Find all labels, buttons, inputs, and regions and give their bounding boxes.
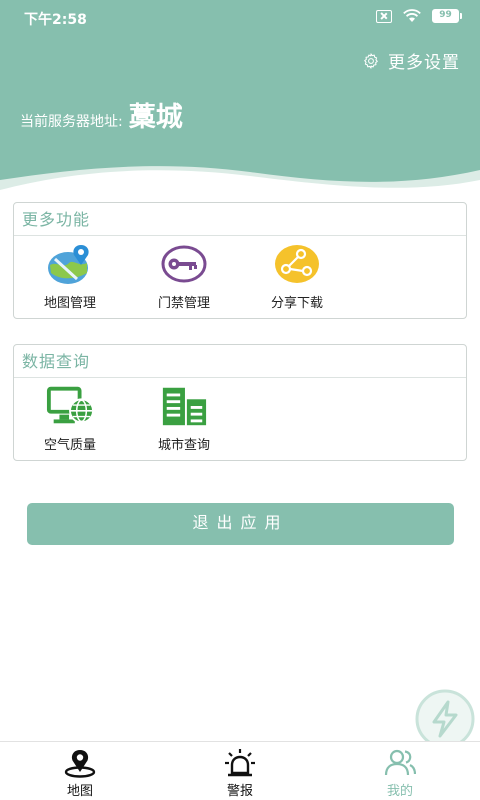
map-management-label: 地图管理 — [43, 296, 96, 311]
server-address-value: 藁城 — [128, 102, 183, 133]
battery-icon: 99 — [432, 9, 462, 23]
tab-map[interactable]: 地图 — [35, 748, 125, 799]
alarm-icon — [225, 749, 255, 777]
wifi-icon — [403, 9, 421, 22]
data-query-items: 空气质量 城市查询 — [14, 378, 466, 460]
tab-map-label: 地图 — [66, 784, 93, 799]
access-control-label: 门禁管理 — [157, 296, 210, 311]
bottom-tab-bar: 地图 警报 我的 — [0, 741, 480, 800]
more-functions-card: 更多功能 地图管理 门禁管理 分享下载 — [13, 202, 467, 319]
city-query-item[interactable]: 城市查询 — [134, 384, 234, 453]
tab-alarm-label: 警报 — [226, 784, 253, 799]
more-functions-title: 更多功能 — [14, 203, 466, 236]
city-query-label: 城市查询 — [157, 438, 210, 453]
air-quality-item[interactable]: 空气质量 — [20, 384, 120, 453]
data-query-card: 数据查询 空气质量 城市查询 — [13, 344, 467, 461]
status-icons: 99 — [376, 9, 462, 23]
battery-level: 99 — [432, 9, 459, 23]
more-functions-items: 地图管理 门禁管理 分享下载 — [14, 236, 466, 318]
more-settings-label: 更多设置 — [388, 53, 460, 73]
status-bar: 下午2:58 99 — [0, 0, 480, 34]
access-control-item[interactable]: 门禁管理 — [134, 242, 234, 311]
share-download-item[interactable]: 分享下载 — [247, 242, 347, 311]
map-management-item[interactable]: 地图管理 — [20, 242, 120, 311]
no-sim-icon — [376, 9, 392, 23]
share-download-label: 分享下载 — [270, 296, 323, 311]
server-address-row: 当前服务器地址: 藁城 — [20, 95, 183, 134]
server-address-label: 当前服务器地址: — [20, 114, 123, 130]
more-settings-button[interactable]: 更多设置 — [362, 48, 460, 73]
profile-header: 下午2:58 99 更多设置 当前服务器地址: 藁城 — [0, 0, 480, 195]
status-time: 下午2:58 — [24, 12, 87, 28]
tab-alarm[interactable]: 警报 — [195, 748, 285, 799]
users-icon — [384, 749, 416, 776]
share-icon — [273, 242, 321, 286]
tab-mine-label: 我的 — [386, 784, 413, 799]
gear-icon — [364, 52, 378, 69]
header-wave — [0, 166, 480, 195]
data-query-title: 数据查询 — [14, 345, 466, 378]
map-pin-icon — [46, 242, 94, 286]
logout-button[interactable]: 退出应用 — [27, 503, 454, 545]
tab-mine[interactable]: 我的 — [355, 748, 445, 799]
key-icon — [160, 242, 208, 286]
air-quality-label: 空气质量 — [43, 438, 96, 453]
buildings-icon — [160, 384, 208, 428]
monitor-globe-icon — [46, 384, 94, 428]
location-icon — [64, 750, 96, 778]
